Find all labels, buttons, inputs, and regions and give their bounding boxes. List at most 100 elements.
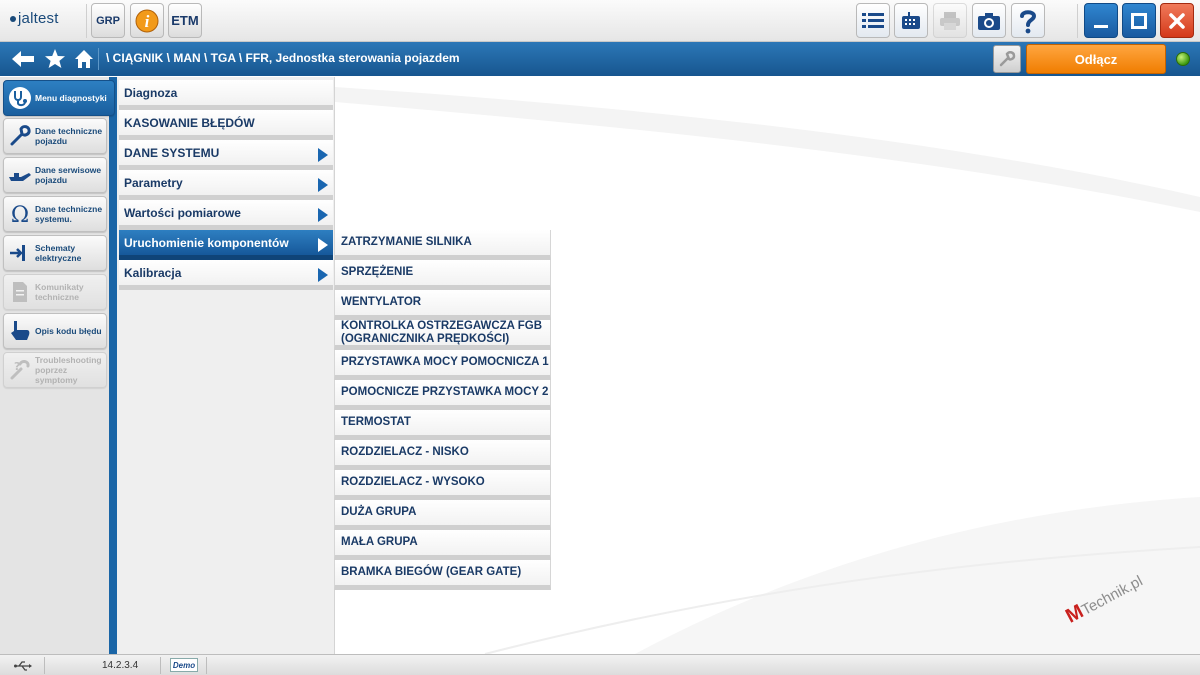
maximize-icon xyxy=(1131,12,1147,29)
tool-button[interactable] xyxy=(993,45,1021,73)
sidebar-active-strip xyxy=(109,77,117,654)
submenu-item-pto-2[interactable]: POMOCNICZE PRZYSTAWKA MOCY 2 xyxy=(334,380,551,410)
menu-item-clear-faults[interactable]: KASOWANIE BŁĘDÓW xyxy=(119,110,333,140)
sidebar-item-technical-bulletins[interactable]: Komunikaty techniczne xyxy=(3,274,107,310)
sidebar-item-wiring-diagrams[interactable]: Schematy elektryczne xyxy=(3,235,107,271)
sidebar-item-troubleshooting[interactable]: ? Troubleshooting poprzez symptomy xyxy=(3,352,107,388)
submenu-arrow-icon xyxy=(318,208,328,222)
breadcrumb: \ CIĄGNIK \ MAN \ TGA \ FFR, Jednostka s… xyxy=(106,51,460,65)
keyboard-icon xyxy=(902,11,920,29)
circuit-icon xyxy=(6,239,34,267)
toolbar-divider xyxy=(86,4,87,38)
sidebar-item-vehicle-service-data[interactable]: Dane serwisowe pojazdu xyxy=(3,157,107,193)
version-label: 14.2.3.4 xyxy=(102,660,139,671)
submenu-item-splitter-low[interactable]: ROZDZIELACZ - NISKO xyxy=(334,440,551,470)
svg-text:?: ? xyxy=(14,360,20,373)
minimize-icon xyxy=(1094,24,1108,28)
help-button[interactable] xyxy=(1011,3,1045,38)
submenu-arrow-icon xyxy=(318,178,328,192)
jaltest-logo: jaltest xyxy=(10,10,59,30)
stethoscope-icon xyxy=(6,84,34,112)
submenu-arrow-icon xyxy=(318,268,328,282)
sidebar-item-label: Dane techniczne systemu. xyxy=(35,204,103,224)
submenu-item-engine-stop[interactable]: ZATRZYMANIE SILNIKA xyxy=(334,230,551,260)
status-divider xyxy=(44,657,45,674)
etm-button[interactable]: ETM xyxy=(168,3,202,38)
list-icon xyxy=(862,12,884,28)
sidebar-item-label: Troubleshooting poprzez symptomy xyxy=(35,355,102,385)
svg-text:i: i xyxy=(145,12,150,31)
connection-status-icon xyxy=(1176,52,1190,66)
print-button[interactable] xyxy=(933,3,967,38)
document-icon xyxy=(6,278,34,306)
menu-item-measured-values[interactable]: Wartości pomiarowe xyxy=(119,200,333,230)
submenu-item-splitter-high[interactable]: ROZDZIELACZ - WYSOKO xyxy=(334,470,551,500)
sidebar-item-label: Opis kodu błędu xyxy=(35,326,102,336)
sidebar-item-label: Komunikaty techniczne xyxy=(35,282,84,302)
sidebar-item-fault-code-description[interactable]: Opis kodu błędu xyxy=(3,313,107,349)
info-button[interactable]: i xyxy=(130,3,164,38)
top-toolbar: jaltest GRP i ETM xyxy=(0,0,1200,42)
favorites-button[interactable] xyxy=(43,48,67,70)
submenu-item-clutch[interactable]: SPRZĘŻENIE xyxy=(334,260,551,290)
sidebar-item-label: Dane techniczne pojazdu xyxy=(35,126,103,146)
printer-icon xyxy=(940,11,960,30)
sidebar-item-label: Menu diagnostyki xyxy=(35,93,107,103)
usb-icon xyxy=(14,658,32,673)
sidebar-item-label: Dane serwisowe pojazdu xyxy=(35,165,102,185)
tool-icon xyxy=(999,51,1016,67)
close-icon xyxy=(1169,12,1185,29)
info-icon: i xyxy=(135,9,159,32)
tools-icon: ? xyxy=(6,356,34,384)
star-icon xyxy=(45,49,65,68)
grp-button[interactable]: GRP xyxy=(91,3,125,38)
component-activation-submenu: ZATRZYMANIE SILNIKA SPRZĘŻENIE WENTYLATO… xyxy=(334,229,551,590)
submenu-item-speed-limiter-warning-lamp[interactable]: KONTROLKA OSTRZEGAWCZA FGB (OGRANICZNIKA… xyxy=(334,320,551,350)
demo-mode-badge: Demo xyxy=(170,658,198,672)
submenu-item-gear-gate[interactable]: BRAMKA BIEGÓW (GEAR GATE) xyxy=(334,560,551,590)
wrench-icon xyxy=(6,122,34,150)
keyboard-button[interactable] xyxy=(894,3,928,38)
submenu-item-pto-1[interactable]: PRZYSTAWKA MOCY POMOCNICZA 1 xyxy=(334,350,551,380)
submenu-arrow-icon xyxy=(318,148,328,162)
menu-item-component-activation[interactable]: Uruchomienie komponentów xyxy=(119,230,333,260)
question-mark-icon xyxy=(1020,9,1037,33)
screenshot-button[interactable] xyxy=(972,3,1006,38)
camera-icon xyxy=(978,12,1000,30)
close-button[interactable] xyxy=(1160,3,1194,38)
toolbar-divider xyxy=(1077,4,1078,38)
sidebar-item-system-technical-data[interactable]: Ω Dane techniczne systemu. xyxy=(3,196,107,232)
etm-label: ETM xyxy=(171,13,199,28)
navigation-bar: \ CIĄGNIK \ MAN \ TGA \ FFR, Jednostka s… xyxy=(0,42,1200,76)
home-button[interactable] xyxy=(73,48,95,70)
submenu-item-high-range[interactable]: DUŻA GRUPA xyxy=(334,500,551,530)
status-bar: 14.2.3.4 Demo xyxy=(0,654,1200,675)
submenu-item-fan[interactable]: WENTYLATOR xyxy=(334,290,551,320)
hand-pointer-icon xyxy=(6,317,34,345)
menu-item-diagnosis[interactable]: Diagnoza xyxy=(119,80,333,110)
oil-can-icon xyxy=(6,161,34,189)
grp-label: GRP xyxy=(96,14,120,27)
svg-text:Ω: Ω xyxy=(11,203,29,226)
maximize-button[interactable] xyxy=(1122,3,1156,38)
submenu-item-low-range[interactable]: MAŁA GRUPA xyxy=(334,530,551,560)
sidebar-item-label: Schematy elektryczne xyxy=(35,243,82,263)
menu-item-calibration[interactable]: Kalibracja xyxy=(119,260,333,290)
menu-item-parameters[interactable]: Parametry xyxy=(119,170,333,200)
submenu-arrow-icon xyxy=(318,238,328,252)
status-divider xyxy=(160,657,161,674)
minimize-button[interactable] xyxy=(1084,3,1118,38)
nav-divider xyxy=(98,48,99,70)
submenu-item-thermostat[interactable]: TERMOSTAT xyxy=(334,410,551,440)
sidebar-item-vehicle-technical-data[interactable]: Dane techniczne pojazdu xyxy=(3,118,107,154)
disconnect-button[interactable]: Odłącz xyxy=(1026,44,1166,74)
menu-item-system-data[interactable]: DANE SYSTEMU xyxy=(119,140,333,170)
back-button[interactable] xyxy=(10,48,36,70)
omega-icon: Ω xyxy=(6,200,34,228)
diagnostics-menu: Diagnoza KASOWANIE BŁĘDÓW DANE SYSTEMU P… xyxy=(117,77,335,654)
status-divider xyxy=(206,657,207,674)
list-view-button[interactable] xyxy=(856,3,890,38)
back-arrow-icon xyxy=(12,51,34,67)
sidebar-item-diagnostics-menu[interactable]: Menu diagnostyki xyxy=(3,80,115,116)
home-icon xyxy=(75,50,93,68)
